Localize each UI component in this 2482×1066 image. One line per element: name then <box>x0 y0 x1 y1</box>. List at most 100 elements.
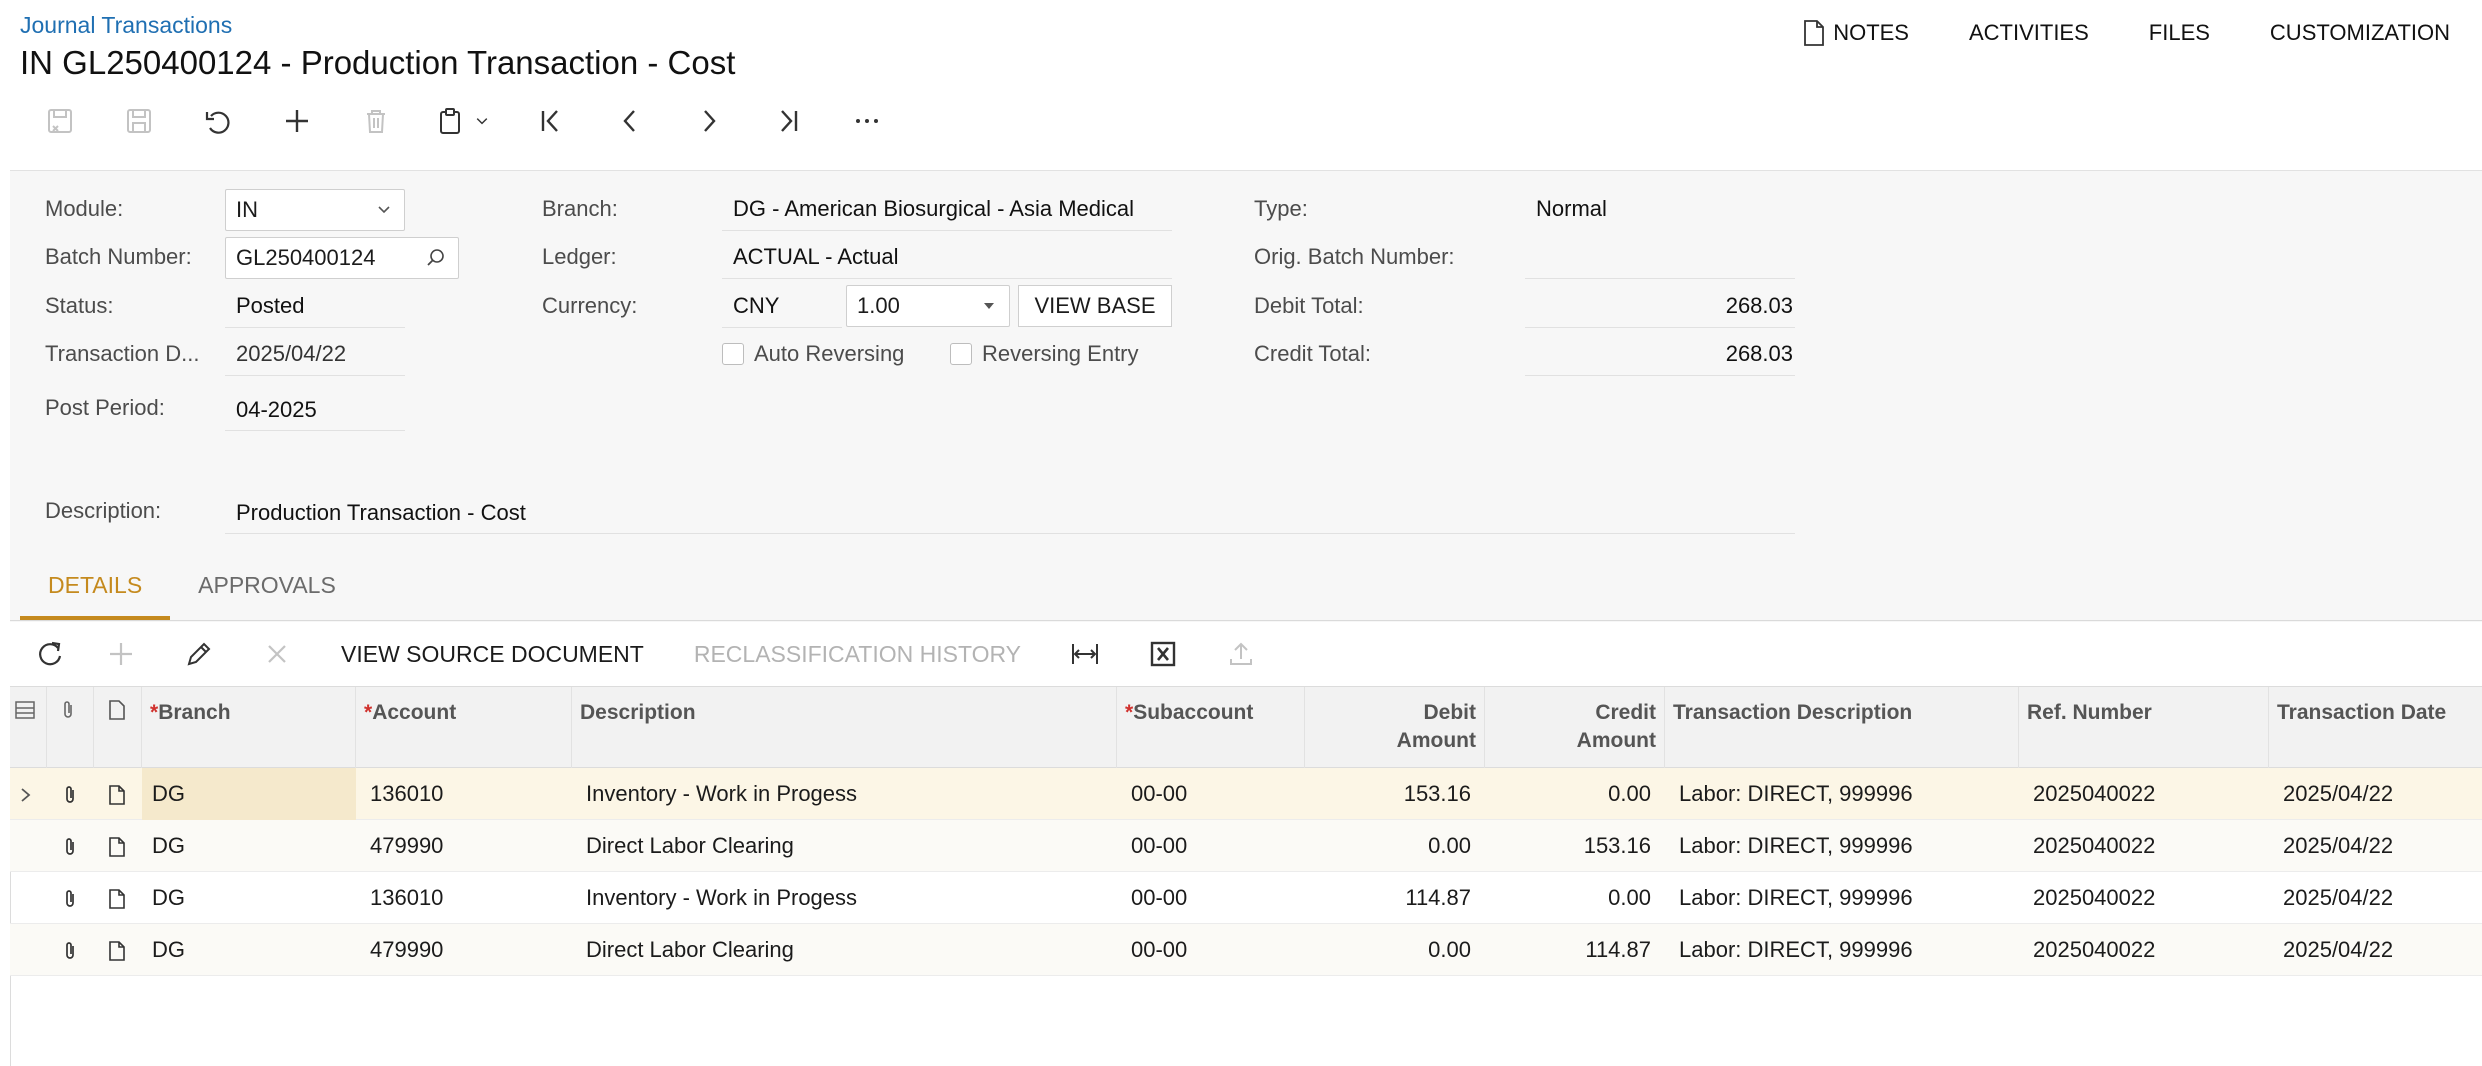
upload-button[interactable] <box>1202 628 1280 680</box>
undo-icon <box>205 111 230 134</box>
cell-credit[interactable]: 0.00 <box>1485 872 1665 924</box>
batch-number-field[interactable]: GL250400124 <box>225 237 459 279</box>
column-header-transaction-date[interactable]: Transaction Date <box>2269 687 2482 769</box>
table-row[interactable]: DG 479990 Direct Labor Clearing 00-00 0.00 11… <box>10 924 2482 976</box>
column-header-branch[interactable]: *Branch <box>142 687 356 769</box>
breadcrumb[interactable]: Journal Transactions <box>20 12 232 39</box>
column-header-transaction-description[interactable]: Transaction Description <box>1665 687 2019 769</box>
row-attachment-button[interactable] <box>47 924 94 976</box>
cell-date[interactable]: 2025/04/22 <box>2269 820 2482 872</box>
column-header-account[interactable]: *Account <box>356 687 572 769</box>
cell-subaccount[interactable]: 00-00 <box>1117 820 1305 872</box>
cell-subaccount[interactable]: 00-00 <box>1117 924 1305 976</box>
previous-record-button[interactable] <box>590 96 669 146</box>
first-record-button[interactable] <box>511 96 590 146</box>
paperclip-icon <box>66 838 74 855</box>
row-selector[interactable] <box>10 924 47 976</box>
table-row[interactable]: DG 136010 Inventory - Work in Progess 00-00… <box>10 872 2482 924</box>
reclassification-history-button[interactable]: RECLASSIFICATION HISTORY <box>669 641 1046 668</box>
row-attachment-button[interactable] <box>47 872 94 924</box>
fit-columns-button[interactable] <box>1046 628 1124 680</box>
cell-ref-number[interactable]: 2025040022 <box>2019 820 2269 872</box>
cell-subaccount[interactable]: 00-00 <box>1117 872 1305 924</box>
cell-description[interactable]: Direct Labor Clearing <box>572 924 1117 976</box>
cell-account[interactable]: 479990 <box>356 924 572 976</box>
row-selector[interactable] <box>10 872 47 924</box>
refresh-button[interactable] <box>20 628 82 680</box>
save-button[interactable] <box>99 96 178 146</box>
cell-account[interactable]: 479990 <box>356 820 572 872</box>
delete-button[interactable] <box>336 96 415 146</box>
cell-branch[interactable]: DG <box>142 820 356 872</box>
cell-subaccount[interactable]: 00-00 <box>1117 768 1305 820</box>
reversing-entry-checkbox[interactable]: Reversing Entry <box>950 341 1139 367</box>
cell-trans-desc[interactable]: Labor: DIRECT, 999996 <box>1665 924 2019 976</box>
row-note-button[interactable] <box>94 768 142 820</box>
cell-branch[interactable]: DG <box>142 768 356 820</box>
row-attachment-button[interactable] <box>47 768 94 820</box>
module-select[interactable]: IN <box>225 189 405 231</box>
cell-description[interactable]: Direct Labor Clearing <box>572 820 1117 872</box>
save-close-button[interactable] <box>20 96 99 146</box>
cell-ref-number[interactable]: 2025040022 <box>2019 924 2269 976</box>
column-header-debit-amount[interactable]: Debit Amount <box>1305 687 1485 769</box>
column-header-description[interactable]: Description <box>572 687 1117 769</box>
cell-trans-desc[interactable]: Labor: DIRECT, 999996 <box>1665 768 2019 820</box>
next-record-button[interactable] <box>669 96 748 146</box>
customization-link[interactable]: CUSTOMIZATION <box>2270 20 2450 46</box>
document-icon <box>109 941 125 961</box>
row-attachment-button[interactable] <box>47 820 94 872</box>
tab-details[interactable]: DETAILS <box>20 562 171 620</box>
cell-date[interactable]: 2025/04/22 <box>2269 924 2482 976</box>
add-button[interactable] <box>257 96 336 146</box>
cell-account[interactable]: 136010 <box>356 872 572 924</box>
currency-rate-select[interactable]: 1.00 <box>846 285 1010 327</box>
last-record-button[interactable] <box>748 96 827 146</box>
notes-link[interactable]: NOTES <box>1803 20 1909 46</box>
view-source-document-button[interactable]: VIEW SOURCE DOCUMENT <box>316 641 669 668</box>
cell-debit[interactable]: 0.00 <box>1305 820 1485 872</box>
table-row[interactable]: DG 136010 Inventory - Work in Progess 00-00… <box>10 768 2482 820</box>
column-header-subaccount[interactable]: *Subaccount <box>1117 687 1305 769</box>
table-row[interactable]: DG 479990 Direct Labor Clearing 00-00 0.00 15… <box>10 820 2482 872</box>
files-link[interactable]: FILES <box>2149 20 2210 46</box>
search-icon[interactable] <box>426 248 446 268</box>
cell-ref-number[interactable]: 2025040022 <box>2019 872 2269 924</box>
column-header-ref-number[interactable]: Ref. Number <box>2019 687 2269 769</box>
cell-branch[interactable]: DG <box>142 924 356 976</box>
row-selector[interactable] <box>10 820 47 872</box>
tab-approvals[interactable]: APPROVALS <box>170 562 364 620</box>
row-note-button[interactable] <box>94 924 142 976</box>
edit-row-button[interactable] <box>160 628 238 680</box>
cell-credit[interactable]: 153.16 <box>1485 820 1665 872</box>
cell-ref-number[interactable]: 2025040022 <box>2019 768 2269 820</box>
activities-link[interactable]: ACTIVITIES <box>1969 20 2089 46</box>
cell-date[interactable]: 2025/04/22 <box>2269 872 2482 924</box>
row-note-button[interactable] <box>94 820 142 872</box>
cell-trans-desc[interactable]: Labor: DIRECT, 999996 <box>1665 820 2019 872</box>
cell-date[interactable]: 2025/04/22 <box>2269 768 2482 820</box>
cell-branch[interactable]: DG <box>142 872 356 924</box>
delete-row-button[interactable] <box>238 628 316 680</box>
cell-debit[interactable]: 114.87 <box>1305 872 1485 924</box>
more-button[interactable] <box>827 96 906 146</box>
column-label: Description <box>580 701 696 724</box>
column-header-credit-amount[interactable]: Credit Amount <box>1485 687 1665 769</box>
clipboard-menu-button[interactable] <box>415 96 511 146</box>
export-excel-button[interactable] <box>1124 628 1202 680</box>
view-base-button[interactable]: VIEW BASE <box>1018 285 1172 327</box>
row-selected-indicator[interactable] <box>10 768 47 820</box>
cell-account[interactable]: 136010 <box>356 768 572 820</box>
cell-credit[interactable]: 114.87 <box>1485 924 1665 976</box>
cell-debit[interactable]: 153.16 <box>1305 768 1485 820</box>
auto-reversing-checkbox[interactable]: Auto Reversing <box>722 341 904 367</box>
row-selector-header[interactable] <box>10 687 47 769</box>
row-note-button[interactable] <box>94 872 142 924</box>
add-row-button[interactable] <box>82 628 160 680</box>
cell-debit[interactable]: 0.00 <box>1305 924 1485 976</box>
cell-trans-desc[interactable]: Labor: DIRECT, 999996 <box>1665 872 2019 924</box>
cell-description[interactable]: Inventory - Work in Progess <box>572 768 1117 820</box>
cell-description[interactable]: Inventory - Work in Progess <box>572 872 1117 924</box>
undo-button[interactable] <box>178 96 257 146</box>
cell-credit[interactable]: 0.00 <box>1485 768 1665 820</box>
